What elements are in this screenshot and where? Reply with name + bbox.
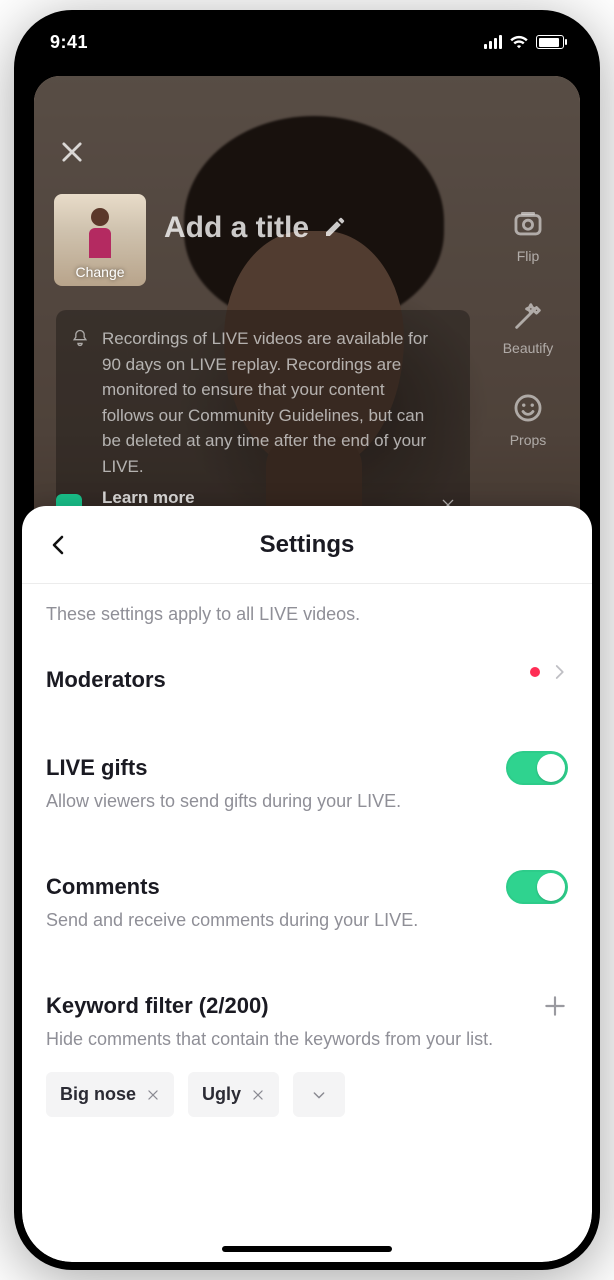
- keyword-expand-button[interactable]: [293, 1072, 345, 1117]
- keyword-chip-text: Ugly: [202, 1084, 241, 1105]
- close-icon[interactable]: [58, 138, 94, 174]
- keyword-filter-row: Keyword filter (2/200) Hide comments tha…: [46, 979, 568, 1131]
- remove-keyword-icon[interactable]: [146, 1088, 160, 1102]
- phone-frame: 9:41 Change: [14, 10, 600, 1270]
- battery-icon: [536, 35, 564, 49]
- keyword-chip[interactable]: Big nose: [46, 1072, 174, 1117]
- cover-thumbnail[interactable]: Change: [54, 194, 146, 286]
- bell-icon: [70, 328, 90, 348]
- notice-text: Recordings of LIVE videos are available …: [102, 329, 428, 476]
- live-gifts-toggle[interactable]: [506, 751, 568, 785]
- moderators-dot-indicator: [530, 667, 540, 677]
- sheet-subtext: These settings apply to all LIVE videos.: [46, 604, 568, 625]
- chevron-right-icon: [550, 663, 568, 681]
- settings-sheet: Settings These settings apply to all LIV…: [22, 506, 592, 1262]
- keyword-filter-label: Keyword filter (2/200): [46, 993, 269, 1019]
- live-gifts-label: LIVE gifts: [46, 755, 568, 781]
- comments-label: Comments: [46, 874, 568, 900]
- props-icon: [510, 390, 546, 426]
- clock: 9:41: [50, 32, 88, 53]
- moderators-label: Moderators: [46, 667, 568, 693]
- beautify-button[interactable]: Beautify: [503, 298, 554, 356]
- wifi-icon: [510, 35, 528, 49]
- add-keyword-button[interactable]: [542, 993, 568, 1019]
- chevron-left-icon: [47, 533, 71, 557]
- beautify-icon: [510, 298, 546, 334]
- live-replay-notice: Recordings of LIVE videos are available …: [56, 310, 470, 527]
- sheet-header: Settings: [22, 506, 592, 584]
- live-title-input[interactable]: Add a title: [164, 211, 309, 245]
- screen: 9:41 Change: [22, 18, 592, 1262]
- flip-icon: [510, 206, 546, 242]
- sheet-title: Settings: [260, 531, 355, 559]
- comments-toggle[interactable]: [506, 870, 568, 904]
- keyword-filter-desc: Hide comments that contain the keywords …: [46, 1029, 568, 1050]
- home-indicator[interactable]: [222, 1246, 392, 1252]
- beautify-label: Beautify: [503, 340, 554, 356]
- comments-row: Comments Send and receive comments durin…: [46, 860, 568, 945]
- flip-camera-button[interactable]: Flip: [510, 206, 546, 264]
- plus-icon: [542, 993, 568, 1019]
- cover-change-label: Change: [54, 264, 146, 280]
- remove-keyword-icon[interactable]: [251, 1088, 265, 1102]
- live-gifts-desc: Allow viewers to send gifts during your …: [46, 791, 568, 812]
- flip-label: Flip: [517, 248, 540, 264]
- back-button[interactable]: [34, 506, 84, 583]
- comments-desc: Send and receive comments during your LI…: [46, 910, 568, 931]
- edit-title-icon[interactable]: [323, 215, 349, 241]
- chevron-down-icon: [311, 1087, 327, 1103]
- status-bar: 9:41: [22, 18, 592, 66]
- status-icons: [484, 35, 564, 49]
- moderators-row[interactable]: Moderators: [46, 653, 568, 707]
- keyword-chip[interactable]: Ugly: [188, 1072, 279, 1117]
- props-label: Props: [510, 432, 547, 448]
- keyword-chip-text: Big nose: [60, 1084, 136, 1105]
- cellular-icon: [484, 35, 502, 49]
- props-button[interactable]: Props: [510, 390, 547, 448]
- live-gifts-row: LIVE gifts Allow viewers to send gifts d…: [46, 741, 568, 826]
